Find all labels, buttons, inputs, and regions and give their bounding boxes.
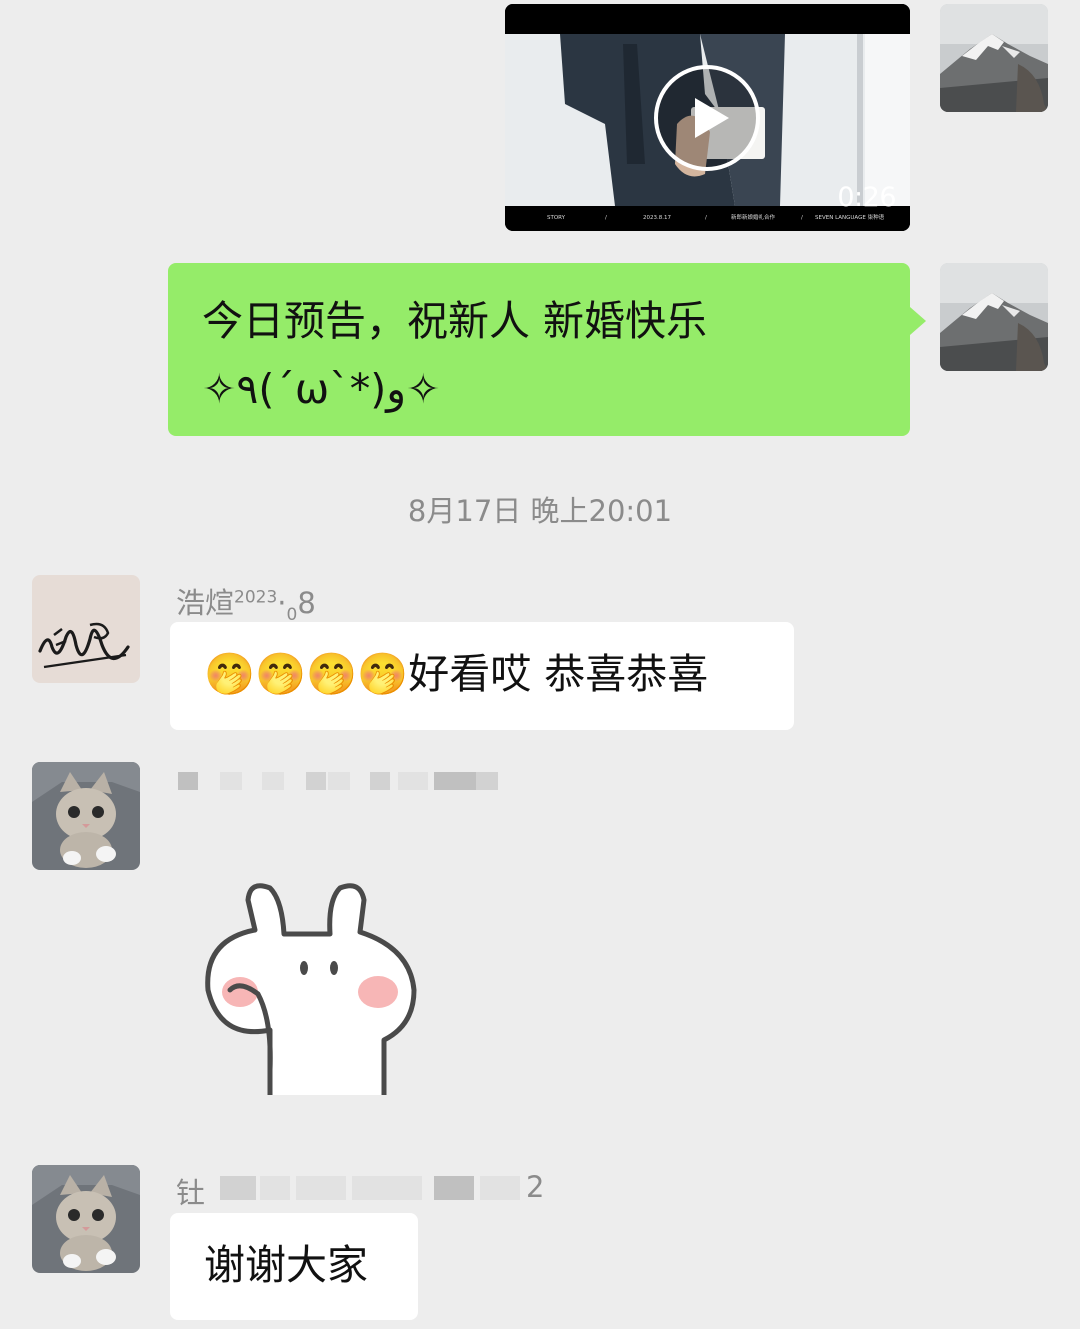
- video-footer-story: STORY: [547, 215, 566, 221]
- emoji-face-with-hand-over-mouth: 🤭🤭🤭🤭: [204, 650, 409, 698]
- svg-text:/: /: [705, 215, 707, 221]
- avatar-self[interactable]: [940, 4, 1048, 112]
- video-message[interactable]: STORY / 2023.8.17 / 新郎新娘婚礼合作 / SEVEN LAN…: [505, 4, 910, 231]
- message-text: 谢谢大家: [204, 1241, 368, 1289]
- avatar-self[interactable]: [940, 263, 1048, 371]
- sender-name-obscured: [176, 770, 526, 794]
- sender-name-haoxuan: 浩煊2023·08: [176, 586, 316, 625]
- signature-avatar-image: [32, 575, 140, 683]
- sender-name-partly-obscured: 钍 2: [176, 1170, 545, 1210]
- avatar-cat[interactable]: [32, 1165, 140, 1273]
- cat-avatar-image: [32, 762, 140, 870]
- rabbit-sticker[interactable]: [200, 880, 420, 1100]
- svg-text:/: /: [605, 215, 607, 221]
- avatar-haoxuan[interactable]: [32, 575, 140, 683]
- bubble-tail: [910, 307, 926, 335]
- message-text-line-2: ✧٩(ˊωˋ*)و✧: [202, 365, 441, 413]
- svg-text:/: /: [801, 215, 803, 221]
- message-text: 好看哎 恭喜恭喜: [408, 650, 709, 698]
- incoming-text-bubble[interactable]: 🤭🤭🤭🤭好看哎 恭喜恭喜: [170, 622, 794, 730]
- video-footer-names: 新郎新娘婚礼合作: [731, 213, 776, 221]
- video-footer-date: 2023.8.17: [643, 215, 671, 221]
- mountain-avatar-image: [940, 263, 1048, 371]
- video-duration: 0:26: [837, 182, 896, 213]
- message-text-line-1: 今日预告，祝新人 新婚快乐: [202, 297, 708, 345]
- outgoing-text-bubble[interactable]: 今日预告，祝新人 新婚快乐 ✧٩(ˊωˋ*)و✧: [168, 263, 926, 436]
- incoming-text-bubble[interactable]: 谢谢大家: [170, 1213, 418, 1320]
- video-footer-brand: SEVEN LANGUAGE 柒种语: [815, 213, 885, 221]
- play-icon[interactable]: [653, 64, 761, 172]
- avatar-cat[interactable]: [32, 762, 140, 870]
- chat-timestamp: 8月17日 晚上20:01: [407, 494, 673, 528]
- mountain-avatar-image: [940, 4, 1048, 112]
- cat-avatar-image: [32, 1165, 140, 1273]
